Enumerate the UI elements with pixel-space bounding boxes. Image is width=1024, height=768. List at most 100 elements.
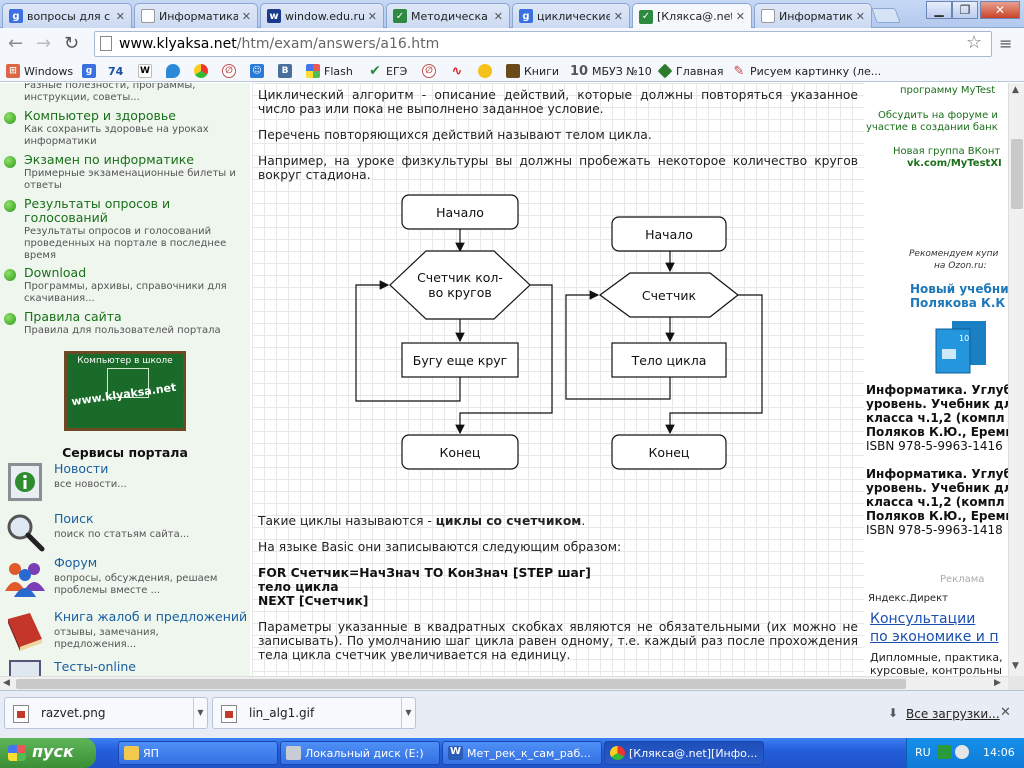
bookmark-home[interactable]: Главная	[657, 63, 724, 79]
task-word[interactable]: W Мет_рек_к_сам_раб...	[442, 741, 602, 765]
horizontal-scrollbar[interactable]: ◀ ▶	[0, 676, 1008, 690]
new-book-line1[interactable]: Новый учебни	[910, 283, 1008, 295]
close-icon[interactable]: ✕	[614, 10, 623, 23]
sidebar-item-label[interactable]: Экзамен по информатике	[24, 153, 244, 167]
service-tests[interactable]: Тесты-online	[0, 659, 250, 676]
task-label: ЯП	[143, 747, 159, 760]
back-arrow-icon[interactable]: ←	[8, 34, 23, 54]
tab-active[interactable]: ✓ [Кляксa@.net] ✕	[632, 3, 752, 29]
mytest-link[interactable]: программу MyTest	[900, 85, 995, 97]
yandex-direct-label[interactable]: Яндекс.Директ	[868, 593, 948, 605]
bookmark-klyaksa[interactable]: ∅	[222, 63, 240, 79]
ad-title-line2[interactable]: по экономике и п	[870, 629, 998, 645]
bookmark-klyaksa-2[interactable]: ∅	[422, 63, 440, 79]
bookmark-ege[interactable]: ✔ ЕГЭ	[368, 63, 407, 79]
service-label[interactable]: Форум	[54, 555, 97, 570]
sidebar-item-label[interactable]: Download	[24, 266, 244, 280]
window-close-button[interactable]: ✕	[980, 1, 1020, 19]
close-icon[interactable]: ✕	[116, 10, 125, 23]
bookmark-pulse[interactable]: ∿	[450, 63, 468, 79]
chevron-down-icon[interactable]: ▼	[401, 698, 415, 728]
right-column: программу MyTest Обсудить на форуме и уч…	[864, 83, 1008, 676]
book-2[interactable]: Информатика. Углуб уровень. Учебник дл к…	[866, 467, 1008, 537]
task-folder[interactable]: ЯП	[118, 741, 278, 765]
close-icon[interactable]: ✕	[494, 10, 503, 23]
bookmark-wikipedia[interactable]: W	[138, 63, 156, 79]
close-icon[interactable]: ✕	[856, 10, 865, 23]
bookmark-windows[interactable]: ⊞ Windows	[6, 63, 73, 79]
network-icon[interactable]	[937, 745, 951, 759]
task-chrome[interactable]: [Кляксa@.net][Инфо...	[604, 741, 764, 765]
book-title-line: класса ч.1,2 (компл	[866, 411, 1005, 425]
bookmark-google[interactable]: g	[82, 63, 100, 79]
service-guestbook[interactable]: Книга жалоб и предложений отзывы, замеча…	[0, 609, 250, 659]
bookmark-smiley[interactable]: ☺	[250, 63, 268, 79]
maximize-button[interactable]: ❐	[952, 1, 978, 19]
volume-icon[interactable]	[955, 745, 969, 759]
task-drive[interactable]: Локальный диск (E:)	[280, 741, 440, 765]
close-icon[interactable]: ✕	[242, 10, 251, 23]
service-label[interactable]: Книга жалоб и предложений	[54, 609, 247, 624]
scroll-up-icon[interactable]: ▲	[1012, 85, 1019, 95]
book-icon	[506, 64, 520, 78]
service-desc: отзывы, замечания, предложения...	[54, 627, 159, 650]
sidebar-item-label[interactable]: Компьютер и здоровье	[24, 109, 244, 123]
service-label[interactable]: Поиск	[54, 511, 94, 526]
service-search[interactable]: Поиск поиск по статьям сайта...	[0, 511, 250, 561]
wrench-menu-icon[interactable]: ≡	[999, 34, 1012, 53]
tab-4[interactable]: ✓ Методическа ✕	[386, 3, 510, 28]
bookmark-mbuz[interactable]: 10 МБУЗ №10	[570, 63, 652, 79]
new-tab-button[interactable]	[871, 8, 901, 23]
vk-group-link[interactable]: vk.com/MyTestXI	[907, 158, 1002, 170]
download-item-linalg[interactable]: lin_alg1.gif ▼	[212, 697, 416, 729]
scroll-right-icon[interactable]: ▶	[994, 678, 1001, 688]
forum-link-line1[interactable]: Обсудить на форуме и	[878, 110, 998, 122]
chevron-down-icon[interactable]: ▼	[193, 698, 207, 728]
tab-7[interactable]: Информатика ✕	[754, 3, 872, 28]
bookmark-sun[interactable]	[478, 63, 496, 79]
scrollbar-thumb[interactable]	[1011, 139, 1023, 209]
minimize-button[interactable]: ▁	[926, 1, 952, 19]
tab-1[interactable]: g вопросы для с ✕	[2, 3, 132, 28]
close-icon[interactable]: ✕	[736, 10, 745, 23]
start-button[interactable]: пуск	[0, 738, 96, 768]
new-book-line2[interactable]: Полякова К.К	[910, 297, 1005, 309]
sidebar-item-label[interactable]: Результаты опросов и голосований	[24, 197, 184, 225]
service-label[interactable]: Новости	[54, 461, 108, 476]
all-downloads-link[interactable]: Все загрузки...	[906, 707, 1000, 721]
vertical-scrollbar[interactable]: ▲ ▼	[1008, 83, 1024, 676]
tab-title: Информатика	[779, 9, 852, 23]
school-computer-banner[interactable]: Компьютер в школе www.klyaksa.net	[64, 351, 186, 431]
tab-5[interactable]: g циклические ✕	[512, 3, 630, 28]
horizontal-scrollbar-thumb[interactable]	[16, 679, 906, 689]
close-icon[interactable]: ✕	[368, 10, 377, 23]
address-bar[interactable]: www.klyaksa.net/htm/exam/answers/a16.htm	[94, 31, 992, 57]
forward-arrow-icon[interactable]: →	[36, 34, 51, 54]
textbook-cover-icon[interactable]: 10	[932, 319, 992, 377]
bookmark-draw[interactable]: ✎ Рисуем картинку (ле...	[732, 63, 882, 79]
scroll-left-icon[interactable]: ◀	[3, 678, 10, 688]
tab-2[interactable]: Информатика ✕	[134, 3, 258, 28]
ad-title-line1[interactable]: Консультации	[870, 611, 975, 627]
tab-title: Методическа	[411, 9, 488, 23]
bookmark-vk[interactable]: B	[278, 63, 296, 79]
paragraph-counter-loops: Такие циклы называются - циклы со счетчи…	[258, 514, 858, 528]
download-item-razvet[interactable]: razvet.png ▼	[4, 697, 208, 729]
star-icon[interactable]: ☆	[966, 32, 982, 53]
service-label[interactable]: Тесты-online	[54, 659, 136, 674]
language-indicator[interactable]: RU	[915, 746, 931, 759]
bookmark-drop[interactable]	[166, 63, 184, 79]
service-forum[interactable]: Форум вопросы, обсуждения, решаем пробле…	[0, 555, 250, 605]
bookmark-flash[interactable]: Flash	[306, 63, 353, 79]
tab-3[interactable]: w window.edu.ru ✕	[260, 3, 384, 28]
service-news[interactable]: Новости все новости...	[0, 461, 250, 511]
bookmark-books[interactable]: Книги	[506, 63, 559, 79]
close-icon[interactable]: ✕	[1000, 705, 1011, 720]
book-1[interactable]: Информатика. Углуб уровень. Учебник дл к…	[866, 383, 1008, 453]
reload-icon[interactable]: ↻	[64, 34, 79, 54]
forum-link-line2[interactable]: участие в создании банк	[866, 122, 998, 134]
sidebar-item-label[interactable]: Правила сайта	[24, 310, 244, 324]
scroll-down-icon[interactable]: ▼	[1012, 661, 1019, 671]
bookmark-store[interactable]	[194, 63, 212, 79]
bookmark-74[interactable]: 74	[108, 63, 123, 79]
